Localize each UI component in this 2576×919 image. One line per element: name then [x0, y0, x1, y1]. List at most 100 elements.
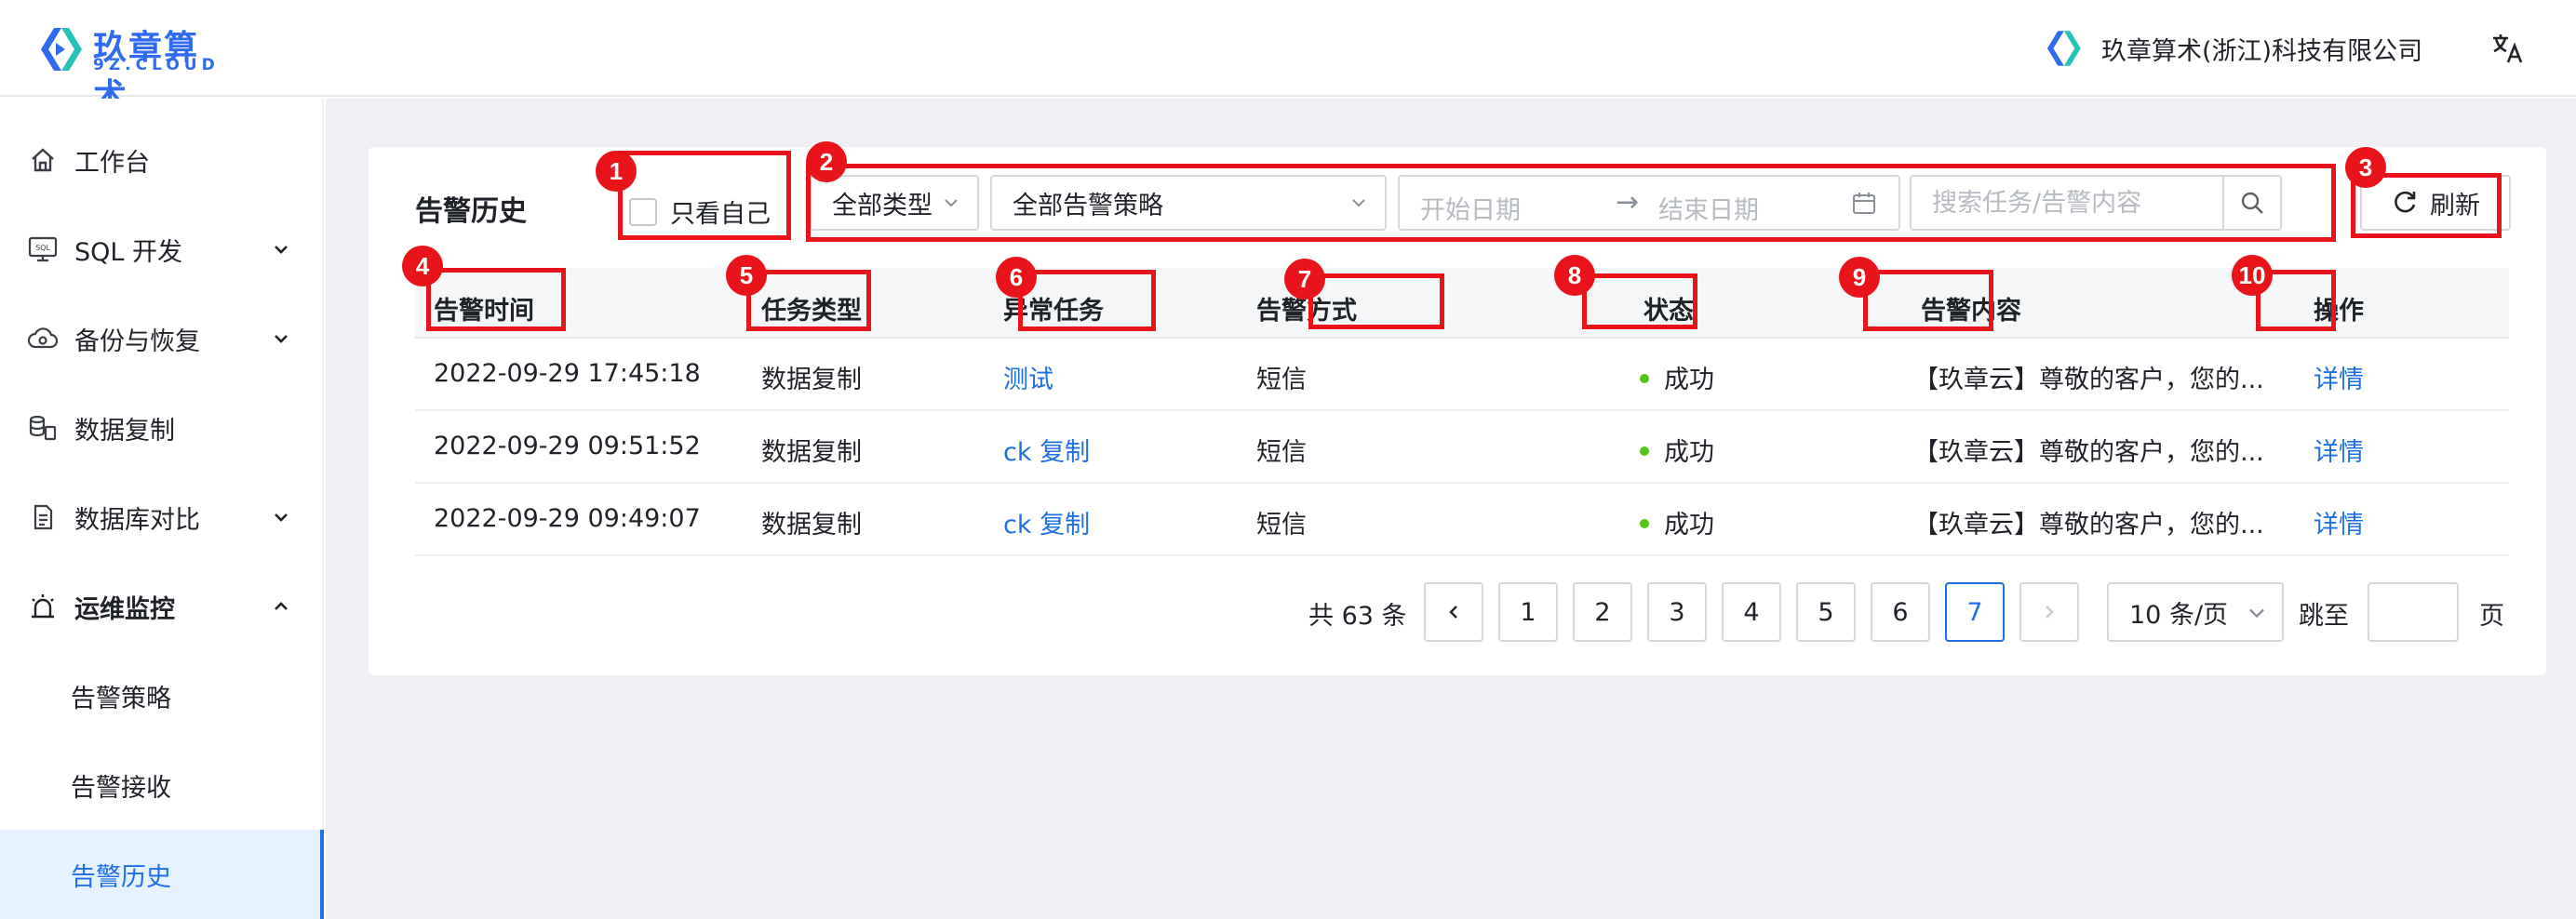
end-date-input[interactable]: 结束日期 — [1658, 190, 1759, 226]
table-row: 2022-09-29 17:45:18 数据复制 测试 短信 成功 【玖章云】尊… — [415, 339, 2509, 411]
svg-text:SQL: SQL — [35, 244, 50, 252]
db-compare-icon — [26, 500, 60, 534]
start-date-input[interactable]: 开始日期 — [1420, 190, 1521, 226]
table-row: 2022-09-29 09:51:52 数据复制 ck 复制 短信 成功 【玖章… — [415, 411, 2509, 484]
status-cell: 成功 — [1640, 504, 1714, 540]
abnormal-task-link[interactable]: ck 复制 — [1003, 504, 1090, 540]
column-header-alert-content[interactable]: 告警内容 — [1921, 290, 2021, 326]
page-button[interactable]: 1 — [1498, 582, 1558, 642]
search-box — [1910, 175, 2282, 231]
annotation-number: 6 — [996, 257, 1037, 298]
page-button[interactable]: 5 — [1796, 582, 1856, 642]
annotation-number: 1 — [596, 151, 637, 192]
sidebar-item-label: 备份与恢复 — [74, 326, 200, 356]
task-type-cell: 数据复制 — [761, 366, 862, 394]
status-success-dot-icon — [1640, 373, 1649, 383]
page-button[interactable]: 6 — [1871, 582, 1930, 642]
sidebar-item-workbench[interactable]: 工作台 — [0, 115, 324, 205]
type-filter-select[interactable]: 全部类型 — [810, 175, 979, 231]
column-header-alert-time[interactable]: 告警时间 — [434, 290, 534, 326]
cloud-backup-icon — [26, 322, 60, 355]
annotation-number: 9 — [1839, 257, 1880, 298]
sidebar-item-label: 告警接收 — [71, 773, 171, 803]
checkbox-box[interactable] — [629, 197, 657, 226]
jump-suffix: 页 — [2479, 602, 2504, 631]
alert-method-cell: 短信 — [1256, 438, 1307, 467]
sidebar-item-sql-dev[interactable]: SQL SQL 开发 — [0, 205, 324, 294]
page-button[interactable]: 4 — [1722, 582, 1781, 642]
sidebar-item-alert-receive[interactable]: 告警接收 — [0, 740, 324, 830]
logo-mark-icon — [41, 28, 82, 71]
alert-method-cell: 短信 — [1256, 366, 1307, 394]
search-icon — [2241, 192, 2263, 214]
alert-method-cell: 短信 — [1256, 511, 1307, 539]
date-range-picker[interactable]: 开始日期 → 结束日期 — [1398, 175, 1900, 231]
logo[interactable]: 玖章算术 9Z.CLOUD — [37, 19, 223, 115]
page-button[interactable]: 3 — [1647, 582, 1707, 642]
company-switcher[interactable]: 玖章算术(浙江)科技有限公司 — [2044, 28, 2422, 69]
company-logo-icon — [2046, 31, 2081, 66]
next-page-button[interactable] — [2019, 582, 2079, 642]
sidebar-item-alert-history[interactable]: 告警历史 — [0, 830, 324, 919]
alert-time-cell: 2022-09-29 09:51:52 — [434, 432, 701, 460]
jump-label: 跳至 — [2299, 602, 2349, 631]
page-button[interactable]: 2 — [1573, 582, 1632, 642]
column-header-task-type[interactable]: 任务类型 — [761, 290, 862, 326]
refresh-button[interactable]: 刷新 — [2360, 175, 2511, 231]
logo-subtitle: 9Z.CLOUD — [93, 56, 220, 74]
only-mine-checkbox[interactable]: 只看自己 — [629, 193, 771, 230]
page-size-select[interactable]: 10 条/页 — [2107, 582, 2284, 642]
table-row: 2022-09-29 09:49:07 数据复制 ck 复制 短信 成功 【玖章… — [415, 484, 2509, 556]
select-value: 全部告警策略 — [1013, 191, 1163, 220]
details-link[interactable]: 详情 — [2314, 432, 2364, 468]
abnormal-task-link[interactable]: ck 复制 — [1003, 432, 1090, 468]
refresh-icon — [2395, 191, 2416, 213]
policy-filter-select[interactable]: 全部告警策略 — [990, 175, 1387, 231]
page-button-current[interactable]: 7 — [1945, 582, 2005, 642]
abnormal-task-link[interactable]: 测试 — [1003, 359, 1053, 395]
chevron-down-icon — [268, 504, 294, 530]
sql-icon: SQL — [26, 233, 60, 266]
jump-page-input[interactable] — [2368, 582, 2459, 642]
annotation-number: 4 — [402, 246, 443, 286]
sidebar-item-ops-monitor[interactable]: 运维监控 — [0, 562, 324, 651]
alert-time-cell: 2022-09-29 17:45:18 — [434, 359, 701, 388]
sidebar-item-label: 数据复制 — [74, 416, 175, 446]
details-link[interactable]: 详情 — [2314, 504, 2364, 540]
search-button[interactable] — [2222, 177, 2280, 229]
page-size-value: 10 条/页 — [2129, 600, 2229, 630]
column-header-status[interactable]: 状态 — [1644, 290, 1694, 326]
prev-page-button[interactable] — [1424, 582, 1483, 642]
details-link[interactable]: 详情 — [2314, 359, 2364, 395]
annotation-number: 10 — [2232, 255, 2273, 296]
sidebar: 工作台 SQL SQL 开发 备份与恢复 数据复制 数据库对比 运维监控 告警策… — [0, 99, 324, 919]
status-success-dot-icon — [1640, 518, 1649, 528]
status-text: 成功 — [1664, 438, 1714, 467]
page-title: 告警历史 — [415, 195, 527, 228]
annotation-number: 5 — [726, 255, 767, 296]
company-name: 玖章算术(浙江)科技有限公司 — [2101, 36, 2423, 66]
alert-time-cell: 2022-09-29 09:49:07 — [434, 504, 701, 533]
chevron-down-icon — [938, 190, 964, 216]
status-success-dot-icon — [1640, 446, 1649, 456]
column-header-action[interactable]: 操作 — [2314, 290, 2364, 326]
sidebar-item-alert-policy[interactable]: 告警策略 — [0, 651, 324, 740]
sidebar-item-data-copy[interactable]: 数据复制 — [0, 383, 324, 473]
chevron-down-icon — [268, 326, 294, 352]
sidebar-item-backup[interactable]: 备份与恢复 — [0, 294, 324, 383]
alarm-icon — [26, 590, 60, 623]
status-cell: 成功 — [1640, 359, 1714, 395]
sidebar-item-label: 运维监控 — [74, 594, 175, 624]
status-text: 成功 — [1664, 366, 1714, 394]
calendar-icon — [1853, 193, 1875, 214]
annotation-number: 2 — [806, 141, 847, 182]
chevron-down-icon — [1346, 190, 1372, 216]
sidebar-item-label: 工作台 — [74, 148, 150, 178]
status-text: 成功 — [1664, 511, 1714, 539]
top-header: 玖章算术 9Z.CLOUD 玖章算术(浙江)科技有限公司 — [0, 0, 2576, 115]
sidebar-item-db-compare[interactable]: 数据库对比 — [0, 473, 324, 562]
alert-content-cell: 【玖章云】尊敬的客户，您的... — [1913, 438, 2264, 467]
language-translate-icon[interactable] — [2487, 28, 2528, 69]
main-content: 告警历史 只看自己 全部类型 全部告警策略 开始日期 → 结束日期 搜索任务/告… — [326, 99, 2576, 919]
search-input[interactable] — [1912, 177, 2224, 229]
